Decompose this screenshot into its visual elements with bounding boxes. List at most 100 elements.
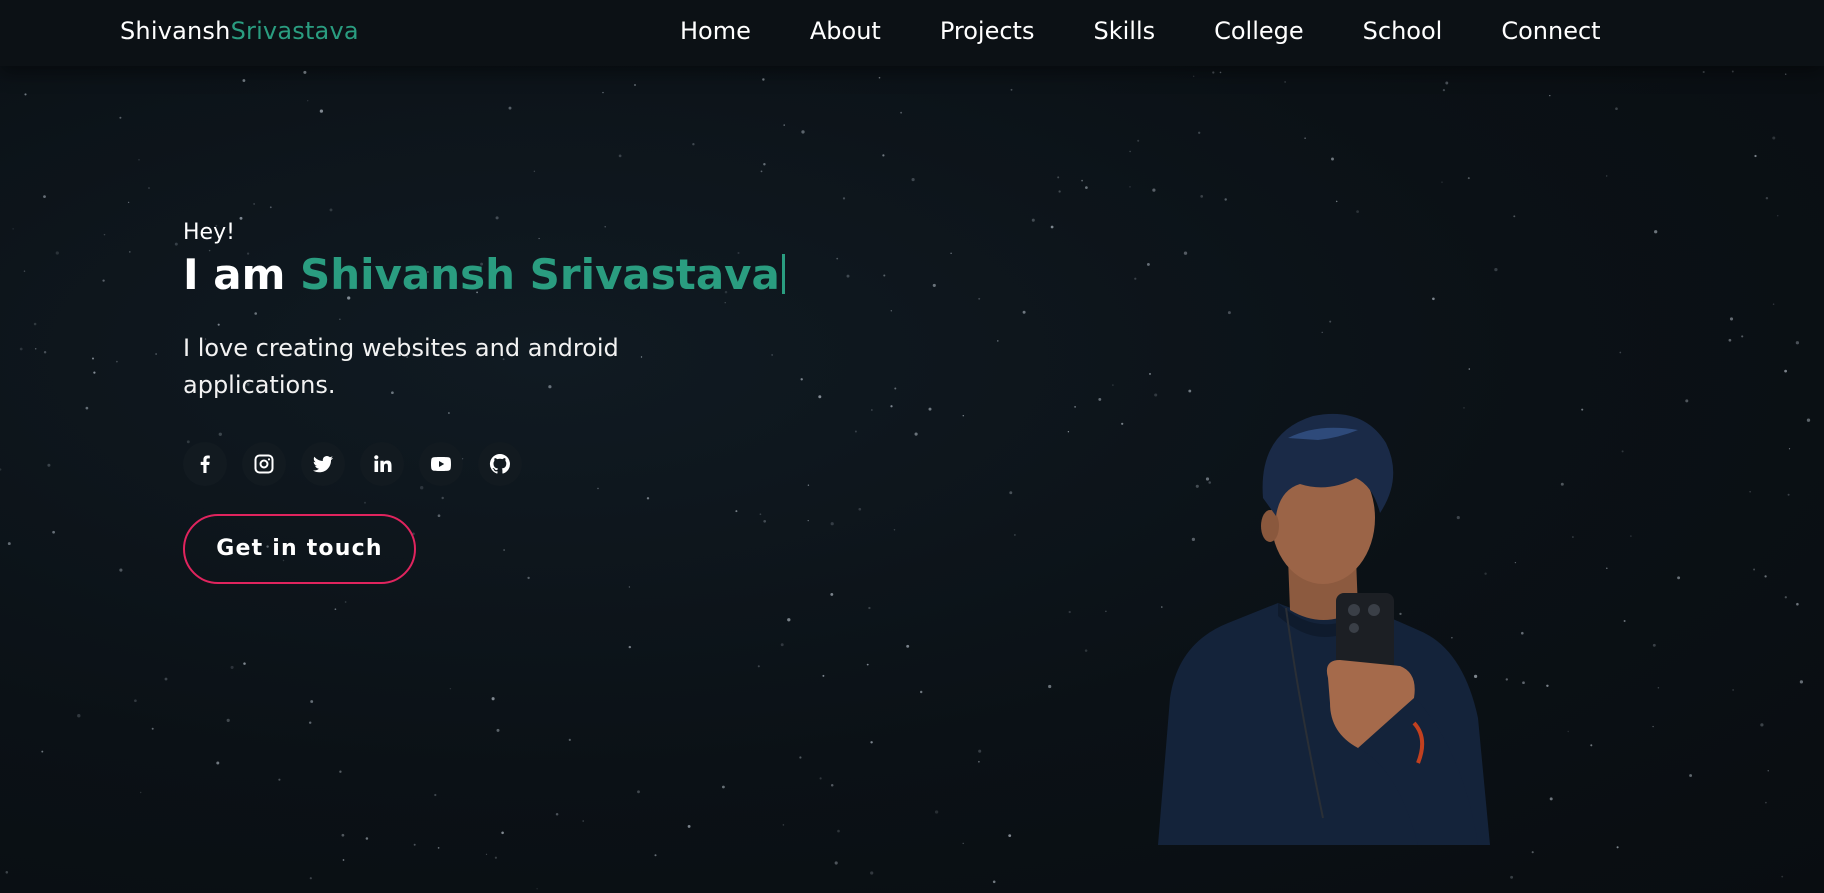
star-dot [1728, 338, 1732, 342]
brand-logo[interactable]: ShivanshSrivastava [120, 17, 359, 45]
star-dot [807, 484, 810, 486]
star-dot [1732, 689, 1734, 691]
star-dot [1549, 797, 1553, 801]
star-dot [799, 756, 802, 759]
star-dot [365, 837, 369, 840]
star-dot [119, 568, 123, 572]
nav-item-about[interactable]: About [810, 17, 881, 45]
star-dot [33, 322, 37, 326]
star-dot [760, 170, 763, 173]
star-dot [906, 644, 910, 648]
star-dot [243, 662, 246, 665]
star-dot [1331, 157, 1334, 161]
star-dot [568, 738, 571, 742]
star-dot [1654, 230, 1658, 234]
star-dot [485, 853, 488, 855]
star-dot [870, 741, 873, 744]
star-dot [1112, 384, 1114, 386]
nav-item-school[interactable]: School [1363, 17, 1443, 45]
star-dot [1749, 491, 1751, 493]
star-dot [997, 340, 999, 342]
star-dot [1014, 534, 1016, 536]
star-dot [1494, 267, 1498, 272]
linkedin-icon [374, 454, 392, 472]
star-dot [1702, 70, 1705, 74]
get-in-touch-button[interactable]: Get in touch [183, 513, 416, 584]
star-dot [1795, 341, 1800, 345]
github-link[interactable] [478, 441, 522, 486]
star-dot [449, 687, 452, 690]
star-dot [24, 93, 27, 96]
star-dot [536, 888, 538, 890]
star-dot [654, 854, 657, 857]
star-dot [1731, 70, 1734, 73]
star-dot [830, 592, 834, 596]
star-dot [501, 831, 504, 835]
star-dot [1356, 210, 1359, 213]
star-dot [1183, 251, 1188, 255]
star-dot [1008, 834, 1012, 838]
star-dot [103, 233, 106, 236]
nav-item-skills[interactable]: Skills [1093, 17, 1155, 45]
star-dot [1137, 139, 1140, 142]
star-dot [23, 270, 26, 272]
star-dot [138, 159, 140, 161]
star-dot [1098, 397, 1102, 401]
star-dot [1304, 137, 1306, 139]
nav-item-connect[interactable]: Connect [1501, 17, 1600, 45]
star-dot [782, 824, 785, 826]
star-dot [1652, 643, 1656, 647]
star-dot [934, 810, 939, 814]
nav-item-college[interactable]: College [1214, 17, 1304, 45]
hero-headline: I am Shivansh Srivastava [183, 249, 785, 302]
facebook-icon [200, 455, 210, 473]
star-dot [1513, 215, 1516, 218]
star-dot [1772, 303, 1775, 305]
star-dot [1212, 71, 1215, 74]
star-dot [164, 677, 168, 681]
star-dot [278, 778, 281, 781]
star-dot [762, 78, 765, 81]
page: ShivanshSrivastava Home About Projects S… [0, 0, 1824, 893]
star-dot [1057, 176, 1060, 179]
star-dot [1567, 730, 1569, 733]
star-dot [1468, 368, 1471, 370]
facebook-link[interactable] [183, 441, 227, 486]
star-dot [836, 257, 839, 260]
star-dot [1765, 801, 1767, 804]
star-dot [978, 749, 982, 753]
star-dot [894, 387, 897, 390]
hero-intro: I am [183, 250, 286, 299]
star-dot [5, 871, 9, 874]
star-dot [116, 360, 118, 363]
star-dot [950, 252, 952, 255]
star-dot [119, 116, 122, 119]
star-dot [339, 770, 342, 773]
navbar: ShivanshSrivastava Home About Projects S… [0, 0, 1824, 66]
youtube-link[interactable] [419, 441, 463, 486]
linkedin-link[interactable] [360, 441, 404, 486]
star-dot [1022, 310, 1026, 314]
star-dot [52, 530, 55, 534]
star-dot [818, 395, 822, 399]
star-dot [1067, 431, 1070, 433]
star-dot [1754, 154, 1757, 158]
star-dot [242, 79, 246, 82]
nav-item-home[interactable]: Home [680, 17, 751, 45]
star-dot [1806, 418, 1811, 422]
star-dot [1467, 177, 1470, 180]
star-dot [1781, 875, 1784, 878]
star-dot [102, 279, 105, 282]
star-dot [1152, 188, 1156, 192]
star-dot [174, 242, 178, 246]
star-dot [1074, 405, 1077, 408]
nav-item-projects[interactable]: Projects [940, 17, 1035, 45]
star-dot [307, 100, 309, 102]
instagram-icon [254, 454, 274, 473]
star-dot [1615, 107, 1618, 111]
star-dot [787, 618, 791, 622]
twitter-link[interactable] [301, 441, 345, 486]
star-dot [43, 195, 46, 198]
instagram-link[interactable] [242, 441, 286, 486]
star-dot [978, 297, 981, 300]
